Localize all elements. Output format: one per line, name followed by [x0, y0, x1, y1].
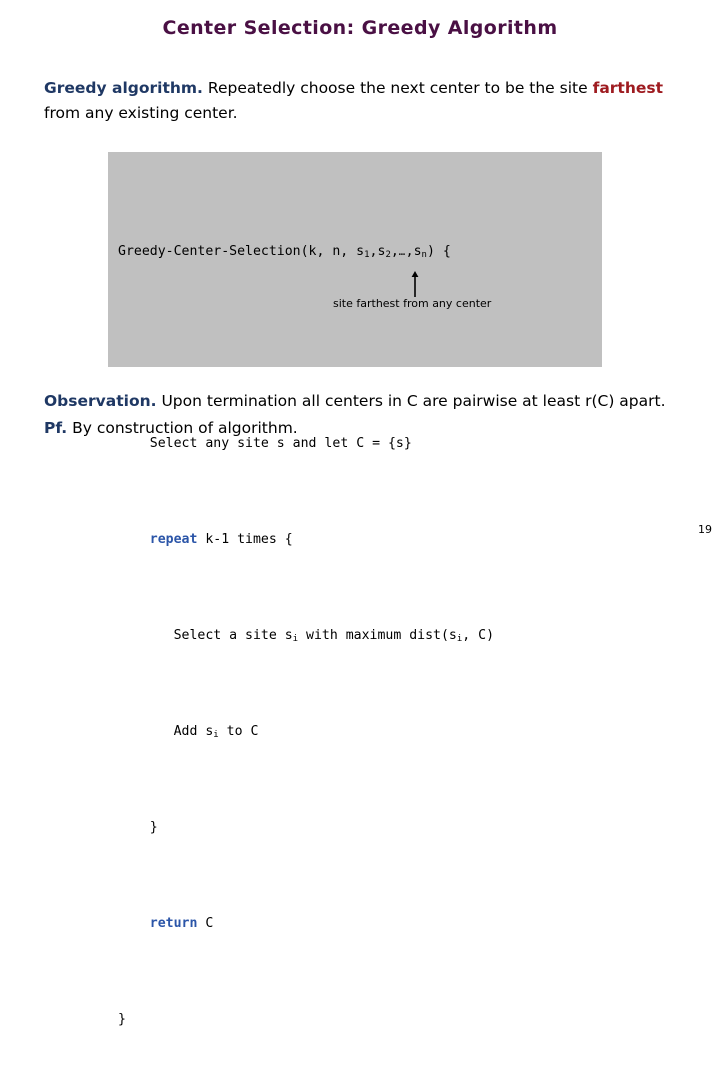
code-return-tail: C [197, 916, 214, 931]
code-select-max-pre: Select a site s [173, 628, 293, 643]
slide-number: 19 [698, 523, 712, 536]
code-close-inner-brace: } [149, 820, 158, 835]
code-select-max-tail: , C) [462, 628, 495, 643]
code-add-tail: to C [218, 724, 259, 739]
code-close-outer-brace: } [118, 1012, 126, 1027]
observation-label: Observation. [44, 392, 157, 410]
code-signature-sep-3: ,s [405, 244, 422, 259]
page-title: Center Selection: Greedy Algorithm [162, 17, 558, 39]
code-line-close-inner: } [118, 816, 494, 840]
callout-annotation-text: site farthest from any center [333, 297, 492, 310]
code-line-repeat: repeat k-1 times { [118, 528, 494, 552]
code-signature-sep-1: ,s [369, 244, 386, 259]
arrow-up-icon [411, 271, 419, 297]
pseudocode-panel: Greedy-Center-Selection(k, n, s1,s2,…,sn… [108, 152, 602, 1027]
code-line-select-max: Select a site si with maximum dist(si, C… [118, 624, 494, 648]
proof-line: Pf. By construction of algorithm. [44, 415, 694, 442]
intro-text-second: from any existing center. [44, 104, 238, 122]
code-signature-tail: ) { [426, 244, 451, 259]
intro-paragraph: Greedy algorithm. Repeatedly choose the … [44, 76, 684, 126]
intro-text-first: Repeatedly choose the next center to be … [202, 79, 593, 97]
code-line-add: Add si to C [118, 720, 494, 744]
slide-canvas: Center Selection: Greedy Algorithm Greed… [0, 0, 720, 1027]
code-line-signature: Greedy-Center-Selection(k, n, s1,s2,…,sn… [118, 240, 494, 264]
code-line-return: return C [118, 912, 494, 936]
code-select-max-mid: with maximum dist(s [298, 628, 457, 643]
code-signature-sep-2: , [390, 244, 399, 259]
code-add-pre: Add s [173, 724, 214, 739]
intro-emphasis-farthest: farthest [592, 79, 664, 97]
code-keyword-return: return [149, 916, 198, 931]
proof-label: Pf. [44, 419, 68, 437]
code-signature-ellipsis: … [398, 246, 406, 258]
code-signature-name: Greedy-Center-Selection(k, n, s [118, 244, 365, 259]
observation-paragraph: Observation. Upon termination all center… [44, 388, 694, 442]
proof-text: By construction of algorithm. [67, 419, 298, 437]
intro-label: Greedy algorithm. [44, 79, 203, 97]
code-line-close-outer: } [118, 1008, 494, 1032]
observation-text: Upon termination all centers in C are pa… [156, 392, 666, 410]
observation-line: Observation. Upon termination all center… [44, 388, 694, 415]
